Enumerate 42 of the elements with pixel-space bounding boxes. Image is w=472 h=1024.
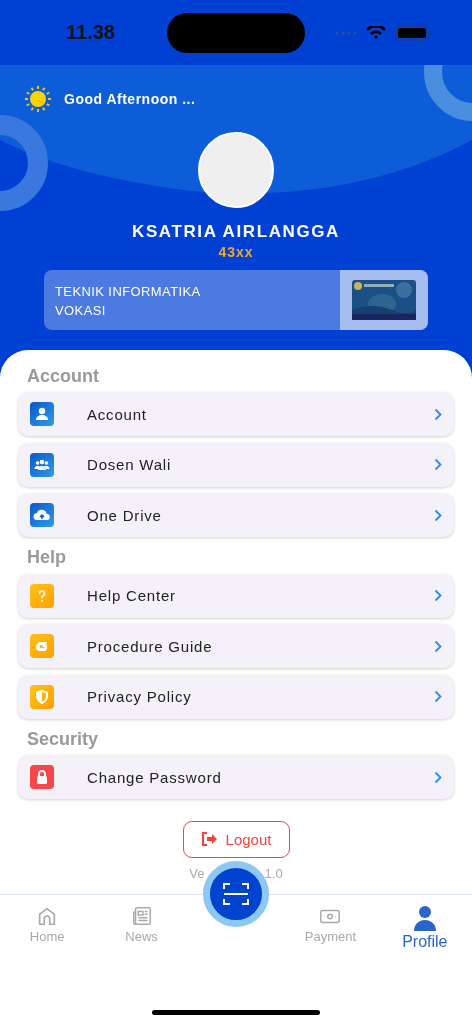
version-text: Ve	[189, 865, 205, 881]
chevron-right-icon	[434, 639, 442, 653]
menu-item[interactable]: Privacy Policy	[18, 674, 454, 719]
ring-decoration	[424, 65, 472, 121]
menu-item[interactable]: Procedure Guide	[18, 624, 454, 668]
student-id: 43xx	[218, 244, 254, 260]
program-text: VOKASI	[55, 302, 107, 320]
chevron-right-icon	[434, 508, 442, 522]
shield-icon	[30, 684, 54, 709]
battery-icon	[395, 24, 432, 41]
program-text: TEKNIK INFORMATIKA	[55, 283, 202, 301]
nav-tab[interactable]: Profile	[377, 905, 472, 951]
chevron-right-icon	[434, 458, 442, 471]
person-icon	[30, 402, 54, 426]
newspaper-icon	[130, 905, 153, 927]
lock-icon	[30, 765, 54, 789]
menu-item[interactable]: Help Center	[18, 573, 454, 618]
chevron-right-icon	[434, 770, 442, 784]
status-time: 11.38	[66, 21, 115, 44]
person-icon	[412, 905, 437, 931]
cloud-icon	[30, 503, 54, 527]
logout-button[interactable]: Logout	[182, 820, 290, 858]
signal-icon	[335, 30, 357, 35]
version-text: 1.0	[264, 865, 283, 881]
menu-item[interactable]: Account	[18, 392, 454, 436]
scan-icon	[222, 881, 250, 907]
student-name: KSATRIA AIRLANGGA	[132, 222, 340, 242]
sun-icon	[24, 85, 52, 113]
greeting-text: Good Afternoon ...	[64, 91, 196, 107]
section-title: Help	[27, 546, 67, 569]
section-title: Account	[27, 364, 100, 388]
question-icon	[30, 583, 54, 608]
logout-icon	[200, 831, 218, 847]
group-icon	[30, 452, 54, 477]
wifi-icon	[366, 26, 386, 39]
section-title: Security	[27, 727, 100, 751]
menu-item[interactable]: One Drive	[18, 493, 454, 537]
chevron-right-icon	[434, 690, 442, 703]
chevron-right-icon	[434, 589, 442, 602]
chevron-right-icon	[434, 407, 442, 421]
menu-item[interactable]: Change Password	[18, 755, 454, 799]
menu-item[interactable]: Dosen Wali	[18, 442, 454, 487]
